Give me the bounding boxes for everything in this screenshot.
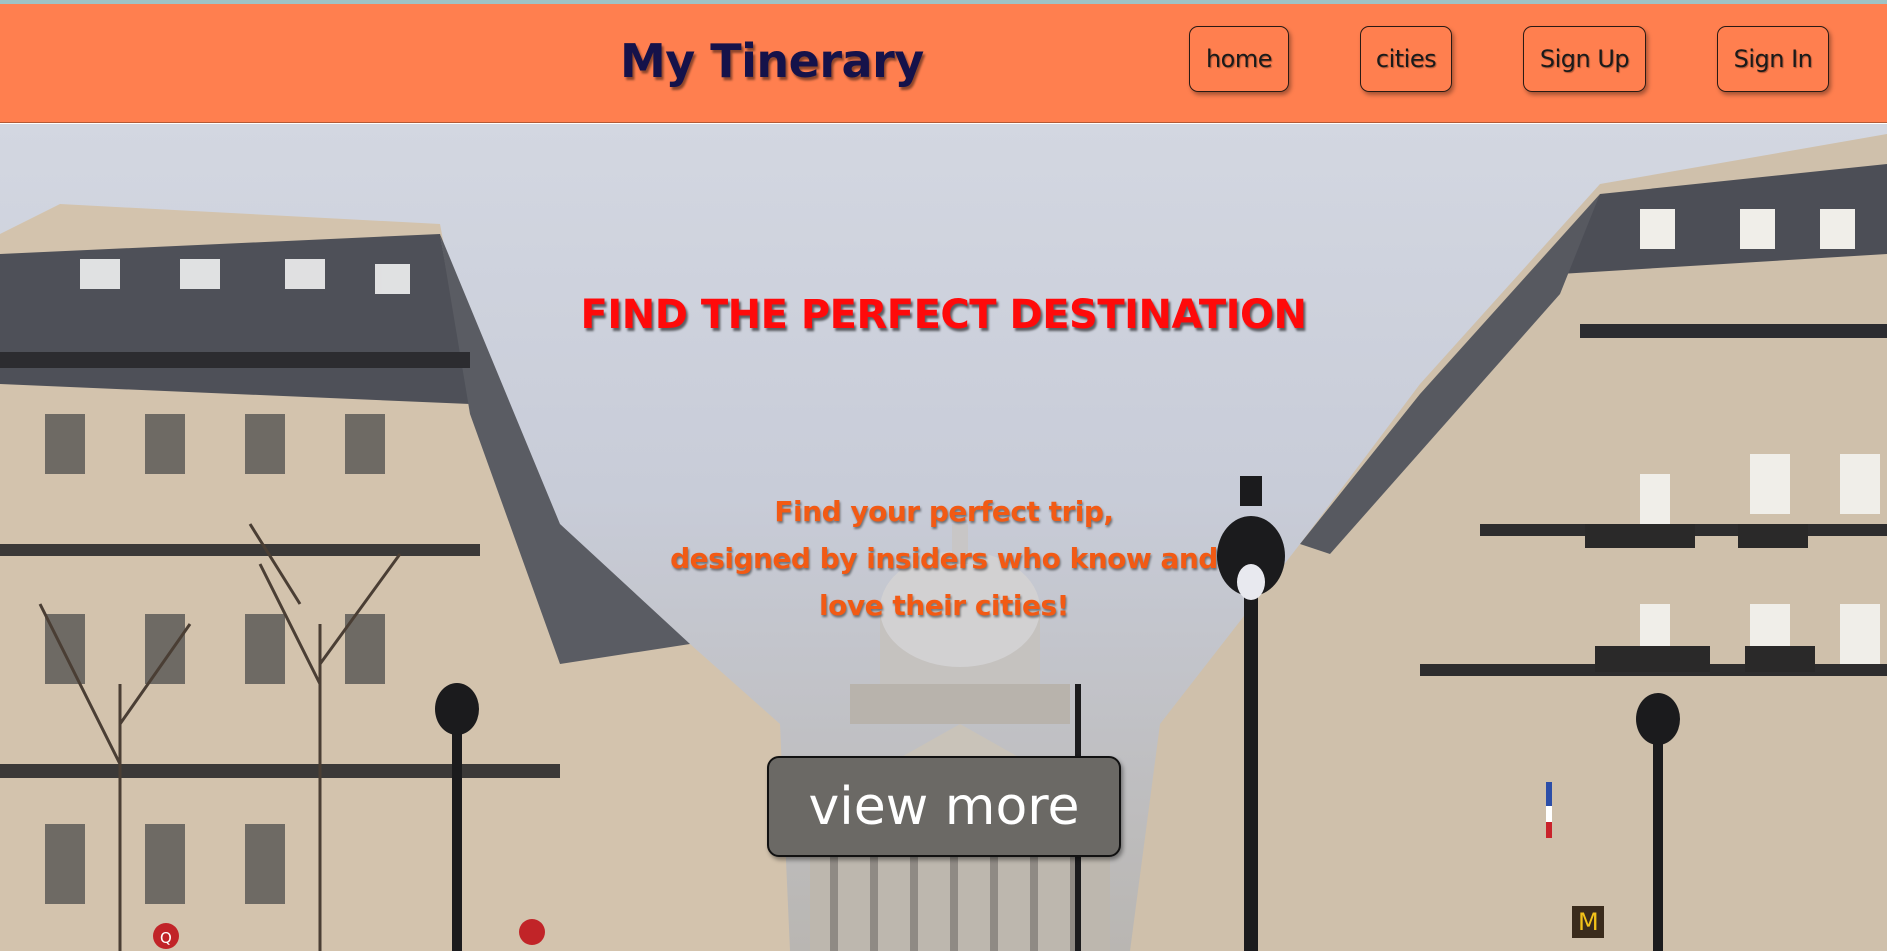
hero-subline: Find your perfect trip, designed by insi… — [658, 488, 1230, 629]
flag-icon — [1546, 782, 1552, 838]
nav-signup-button[interactable]: Sign Up — [1523, 26, 1646, 92]
storefront-m-icon: M — [1578, 908, 1599, 936]
nav-cities-button[interactable]: cities — [1360, 26, 1452, 92]
top-navbar: My Tinerary home cities Sign Up Sign In — [0, 4, 1887, 123]
hero-subline-line: love their cities! — [819, 589, 1069, 622]
view-more-button[interactable]: view more — [767, 756, 1121, 857]
shop-sign-icon — [519, 919, 545, 945]
lamp-glass — [1237, 564, 1265, 600]
hero-headline: FIND THE PERFECT DESTINATION — [580, 292, 1307, 338]
hero-subline-line: designed by insiders who know and — [670, 542, 1218, 575]
hero-subline-line: Find your perfect trip, — [774, 495, 1114, 528]
nav-home-button[interactable]: home — [1189, 26, 1289, 92]
shop-sign-letter: Q — [160, 929, 172, 947]
brand-title: My Tinerary — [620, 34, 924, 88]
nav-signin-button[interactable]: Sign In — [1717, 26, 1829, 92]
hero-section: M Q FIND THE PERFECT DESTINATION Find yo… — [0, 124, 1887, 951]
